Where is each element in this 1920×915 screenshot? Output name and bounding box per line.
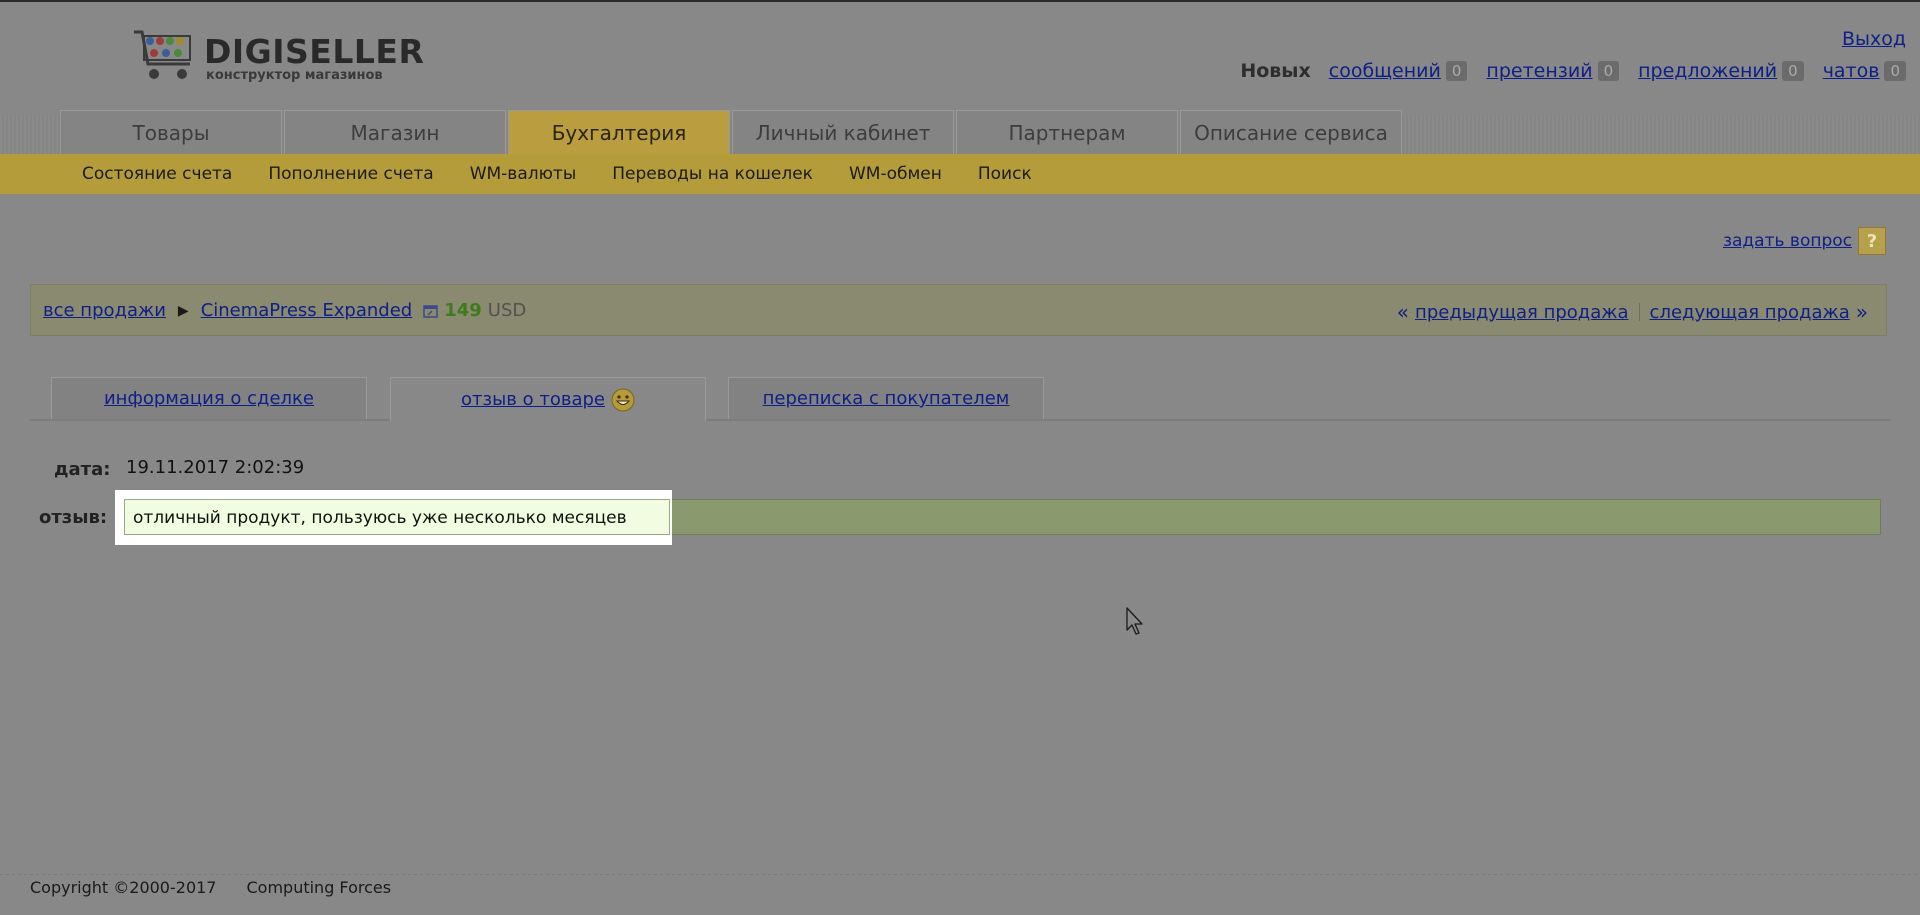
logo-subtitle: конструктор магазинов [206, 68, 383, 83]
sale-tabs: информация о сделке отзыв о товаре переп… [30, 377, 1891, 421]
external-window-icon[interactable] [422, 303, 440, 319]
tab-buyer-correspondence-label: переписка с покупателем [762, 388, 1010, 409]
prev-arrow-icon: « [1396, 300, 1410, 324]
tab-products[interactable]: Товары [60, 110, 282, 154]
footer-divider [0, 874, 1920, 875]
tab-product-review-label: отзыв о товаре [461, 389, 605, 410]
tab-personal-cabinet[interactable]: Личный кабинет [732, 110, 954, 154]
top-border [0, 0, 1920, 2]
logout-link[interactable]: Выход [1842, 28, 1906, 50]
previous-sale-link[interactable]: предыдущая продажа [1415, 302, 1629, 323]
offers-link[interactable]: предложений [1638, 60, 1777, 82]
tab-service-description[interactable]: Описание сервиса [1180, 110, 1402, 154]
offers-count-badge: 0 [1782, 61, 1804, 81]
review-text: отличный продукт, пользуюсь уже нескольк… [124, 499, 670, 535]
tab-deal-info-label: информация о сделке [103, 388, 314, 409]
tab-accounting[interactable]: Бухгалтерия [508, 110, 730, 154]
submenu-wallet-transfers[interactable]: Переводы на кошелек [612, 164, 813, 184]
mouse-cursor-icon [1126, 607, 1143, 635]
cart-logo-icon [134, 30, 191, 79]
product-link[interactable]: CinemaPress Expanded [201, 300, 413, 321]
tab-shop[interactable]: Магазин [284, 110, 506, 154]
claims-link[interactable]: претензий [1486, 60, 1592, 82]
footer-company: Computing Forces [246, 878, 392, 897]
new-counters-bar: Новых сообщений 0 претензий 0 предложени… [1240, 60, 1906, 82]
submenu-search[interactable]: Поиск [978, 164, 1032, 184]
next-sale-link[interactable]: следующая продажа [1650, 302, 1850, 323]
submenu-account-status[interactable]: Состояние счета [82, 164, 232, 184]
sale-breadcrumb: все продажи ▶ CinemaPress Expanded 149 U… [30, 284, 1887, 336]
sub-menu: Состояние счета Пополнение счета WM-валю… [0, 154, 1920, 194]
next-arrow-icon: » [1855, 300, 1868, 324]
submenu-wm-exchange[interactable]: WM-обмен [849, 164, 942, 184]
claims-count-badge: 0 [1597, 61, 1620, 81]
sale-price: 149 [444, 300, 482, 321]
footer: Copyright ©2000-2017 Computing Forces [30, 878, 421, 897]
messages-link[interactable]: сообщений [1329, 60, 1441, 82]
chats-link[interactable]: чатов [1823, 60, 1880, 82]
tab-deal-info[interactable]: информация о сделке [51, 377, 367, 419]
tab-buyer-correspondence[interactable]: переписка с покупателем [728, 377, 1044, 419]
main-tabs: Товары Магазин Бухгалтерия Личный кабине… [60, 110, 1404, 154]
footer-copyright: Copyright ©2000-2017 [30, 878, 217, 897]
ask-question-link[interactable]: задать вопрос [1723, 231, 1852, 251]
sale-currency: USD [487, 300, 527, 321]
review-label: отзыв: [39, 507, 108, 528]
chats-count-badge: 0 [1884, 61, 1906, 81]
tab-product-review[interactable]: отзыв о товаре [390, 377, 706, 421]
breadcrumb-arrow-icon: ▶ [177, 302, 189, 319]
help-question-icon[interactable]: ? [1858, 227, 1886, 255]
ask-question: задать вопрос ? [1723, 227, 1886, 255]
smile-icon [611, 388, 635, 411]
all-sales-link[interactable]: все продажи [43, 300, 166, 321]
date-value: 19.11.2017 2:02:39 [126, 457, 305, 478]
submenu-top-up[interactable]: Пополнение счета [268, 164, 433, 184]
nav-divider [1638, 303, 1640, 321]
messages-count-badge: 0 [1445, 61, 1468, 81]
logo-name: DIGISELLER [204, 32, 425, 71]
date-label: дата: [54, 459, 111, 480]
new-label: Новых [1240, 60, 1311, 82]
submenu-wm-currencies[interactable]: WM-валюты [470, 164, 577, 184]
tab-partners[interactable]: Партнерам [956, 110, 1178, 154]
